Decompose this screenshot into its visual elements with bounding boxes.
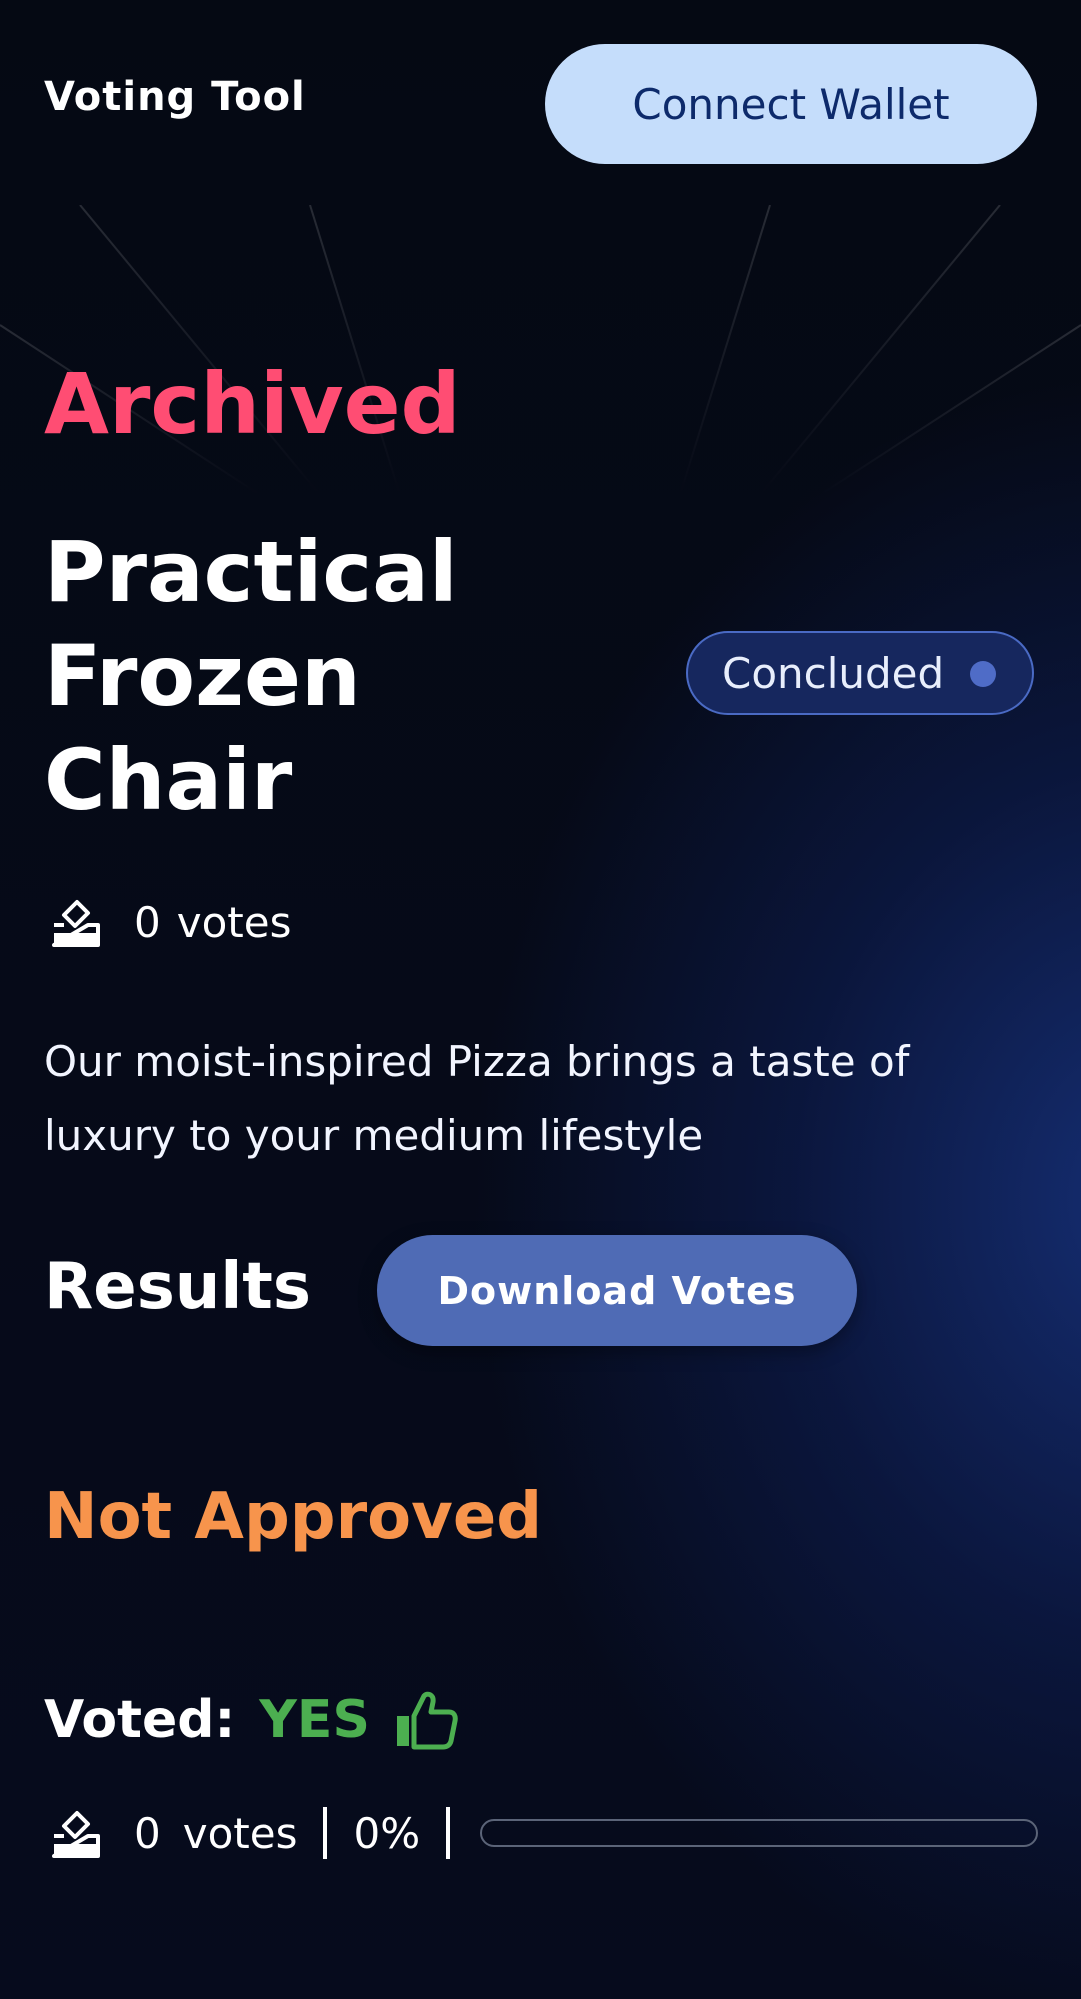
tally-label: votes — [182, 1808, 298, 1858]
ballot-icon — [52, 900, 100, 947]
proposal-title-line: Frozen — [44, 627, 361, 725]
connect-wallet-button[interactable]: Connect Wallet — [545, 44, 1037, 164]
ballot-icon — [52, 1811, 100, 1858]
download-votes-button[interactable]: Download Votes — [377, 1235, 857, 1346]
votes-label: votes — [176, 897, 292, 947]
status-badge-label: Concluded — [722, 648, 945, 698]
thumbs-up-icon — [396, 1691, 458, 1750]
proposal-title: Practical Frozen Chair — [44, 520, 564, 832]
results-heading: Results — [44, 1250, 311, 1324]
divider — [446, 1807, 451, 1859]
tally-percent: 0% — [353, 1808, 421, 1858]
tally-count: 0 — [134, 1808, 161, 1858]
status-dot-icon — [970, 661, 996, 687]
proposal-description: Our moist-inspired Pizza brings a taste … — [44, 1037, 910, 1160]
archived-label: Archived — [44, 355, 461, 453]
vote-progress-bar — [480, 1819, 1038, 1847]
voted-row: Voted: YES — [44, 1690, 458, 1750]
votes-count: 0 — [134, 897, 161, 947]
app-title: Voting Tool — [44, 74, 306, 120]
vote-tally: 0 votes 0% — [50, 1805, 1038, 1861]
status-badge: Concluded — [686, 631, 1034, 715]
top-bar: Voting Tool Connect Wallet — [0, 0, 1081, 205]
proposal-votes: 0 votes — [50, 895, 291, 949]
voted-label: Voted: — [44, 1690, 236, 1750]
outcome-label: Not Approved — [44, 1480, 543, 1554]
voted-value: YES — [259, 1690, 370, 1750]
proposal-title-line: Chair — [44, 731, 293, 829]
proposal-title-line: Practical — [44, 523, 458, 621]
divider — [323, 1807, 328, 1859]
